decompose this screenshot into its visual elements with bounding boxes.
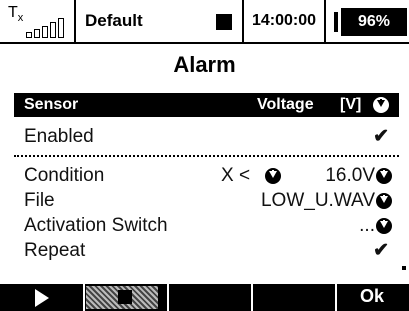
check-icon: ✔ [373, 126, 389, 147]
scroll-indicator [402, 266, 406, 270]
f3-key[interactable] [169, 284, 249, 311]
battery-indicator: 96% [341, 8, 407, 36]
signal-bars-icon [26, 18, 66, 38]
divider [14, 155, 399, 157]
stopwatch-stop-icon [216, 14, 232, 30]
arrow-down-circle-icon[interactable] [376, 168, 392, 184]
arrow-down-circle-icon[interactable] [265, 168, 281, 184]
check-icon: ✔ [373, 240, 389, 261]
f4-key[interactable] [253, 284, 333, 311]
file-value[interactable]: LOW_U.WAV [261, 190, 375, 212]
play-icon [35, 289, 49, 307]
arrow-down-circle-icon [373, 97, 389, 113]
arrow-down-circle-icon[interactable] [376, 218, 392, 234]
transmitter-screen: Tx Default 14:00:00 96% Alarm Sensor Vol… [0, 0, 409, 311]
ok-button[interactable]: Ok [342, 286, 402, 310]
activation-switch-row[interactable]: Activation Switch ... [14, 212, 399, 240]
condition-row[interactable]: Condition X < 16.0V [14, 162, 399, 190]
timer-display: 14:00:00 [252, 12, 317, 29]
repeat-label: Repeat [24, 240, 86, 261]
stop-icon [118, 290, 132, 304]
condition-label: Condition [24, 165, 105, 186]
page-title: Alarm [173, 52, 236, 77]
function-key-bar: Ok [0, 284, 409, 311]
condition-operator[interactable]: X < [221, 165, 250, 187]
arrow-down-circle-icon[interactable] [376, 193, 392, 209]
file-row[interactable]: File LOW_U.WAV [14, 187, 399, 215]
sensor-header-row[interactable]: Sensor Voltage [V] [14, 93, 399, 117]
activation-switch-label: Activation Switch [24, 215, 168, 236]
activation-switch-value[interactable]: ... [359, 215, 375, 237]
sensor-header-label: Sensor [24, 96, 79, 113]
enabled-row[interactable]: Enabled ✔ [14, 123, 399, 151]
tx-label: Tx [8, 4, 24, 25]
repeat-row[interactable]: Repeat ✔ [14, 237, 399, 265]
tx-signal-indicator: Tx [0, 0, 74, 42]
file-label: File [24, 190, 55, 211]
sensor-measure-label: Voltage [257, 96, 314, 113]
enabled-label: Enabled [24, 126, 94, 147]
model-name: Default [85, 11, 143, 30]
f1-play-button[interactable] [0, 284, 82, 311]
battery-tip-icon [334, 12, 338, 32]
condition-value[interactable]: 16.0V [325, 165, 375, 187]
status-bar: Tx Default 14:00:00 96% [0, 0, 409, 44]
sensor-unit-label: [V] [340, 96, 362, 113]
f2-stop-button[interactable] [85, 284, 163, 311]
